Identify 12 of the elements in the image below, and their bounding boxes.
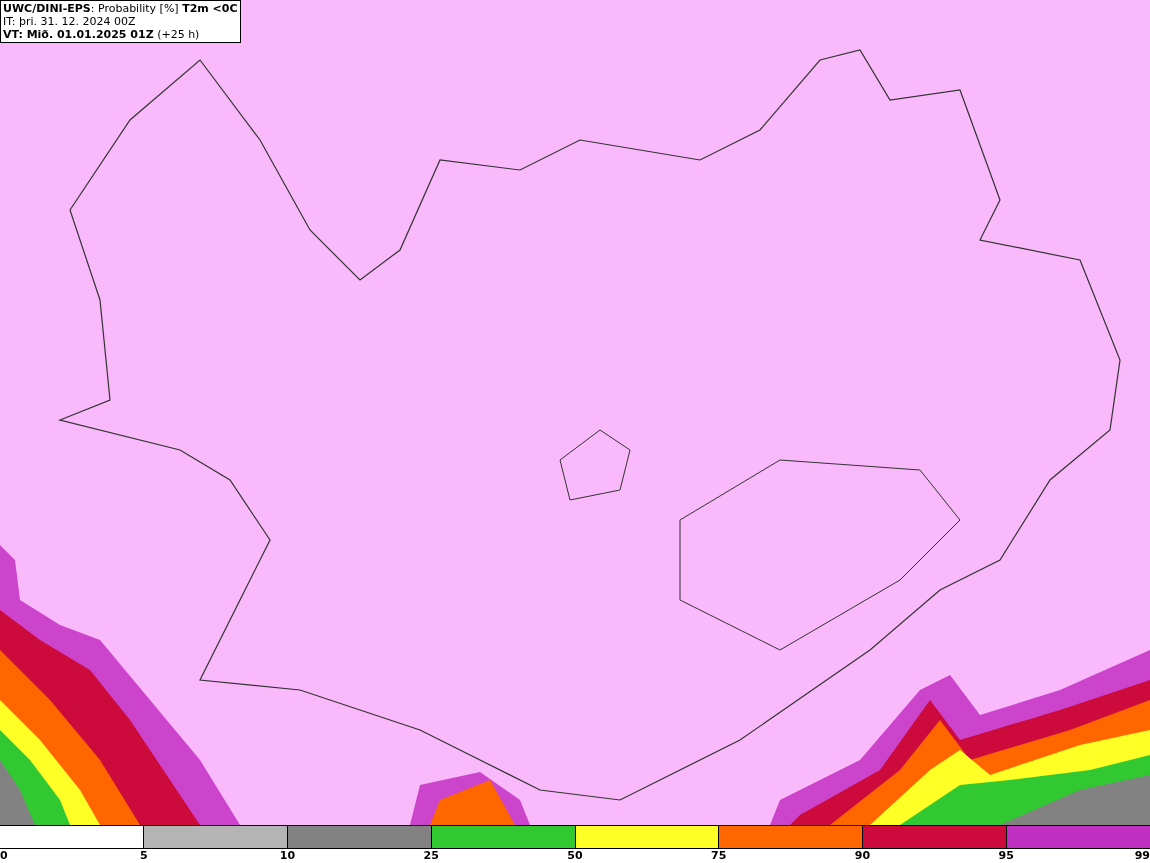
legend-tick-label: 90 <box>854 849 871 863</box>
legend-tick-label: 95 <box>998 849 1014 863</box>
legend-tick-label: 75 <box>711 849 727 863</box>
legend-tick-label: 10 <box>279 849 296 863</box>
legend-tick-label: 5 <box>139 849 148 863</box>
legend-tick-label: 99 <box>1134 849 1150 863</box>
legend-tick-label: 0 <box>0 849 8 863</box>
title-line: VT: Mið. 01.01.2025 01Z (+25 h) <box>3 28 201 41</box>
title-line: UWC/DINI-EPS: Probability [%] T2m <0C <box>3 2 238 15</box>
title-line: IT: þri. 31. 12. 2024 00Z <box>3 15 137 28</box>
legend-tick-label: 25 <box>423 849 439 863</box>
legend-tick-label: 50 <box>567 849 583 863</box>
